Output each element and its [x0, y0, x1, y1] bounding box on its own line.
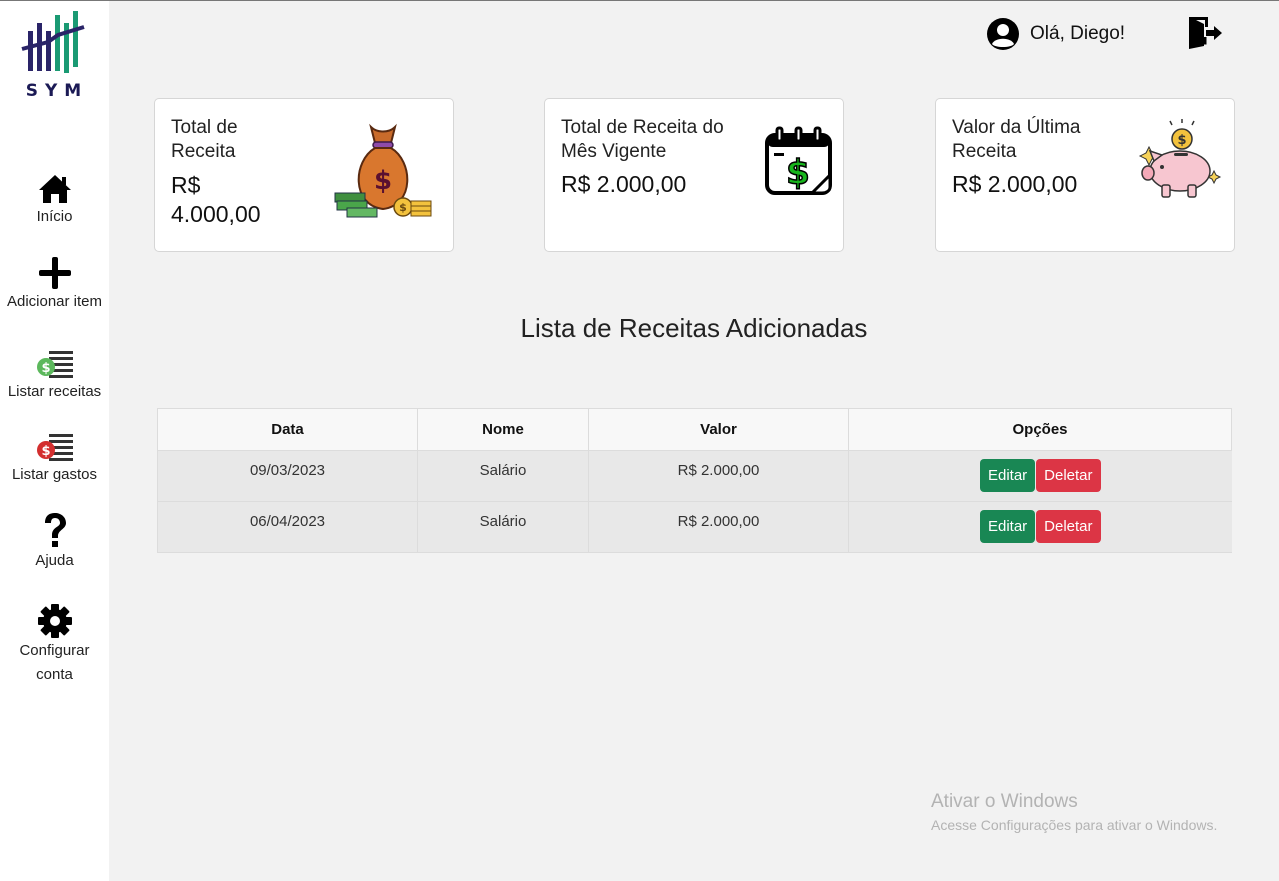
sidebar-item-listar-gastos[interactable]: $ Listar gastos [0, 431, 109, 487]
card-value: R$ 4.000,00 [171, 172, 261, 227]
card-total-receita: Total de Receita R$ 4.000,00 $ $ [154, 98, 454, 252]
plus-icon [38, 257, 71, 289]
cell-nome: Salário [417, 501, 589, 553]
sidebar-item-label: Configurar conta [19, 642, 90, 683]
income-table: Data Nome Valor Opções 09/03/2023 Salári… [157, 408, 1232, 553]
svg-text:$: $ [41, 444, 50, 459]
list-expense-icon: $ [36, 434, 73, 461]
cell-data: 09/03/2023 [157, 450, 418, 502]
edit-button[interactable]: Editar [979, 459, 1036, 492]
piggy-bank-icon: $ [1138, 119, 1222, 198]
svg-text:$: $ [41, 361, 50, 376]
table-row: 09/03/2023 Salário R$ 2.000,00 Editar Del… [157, 450, 1232, 502]
gear-icon [37, 604, 72, 638]
cell-data: 06/04/2023 [157, 501, 418, 553]
sidebar-item-adicionar[interactable]: Adicionar item [0, 256, 109, 314]
svg-text:$: $ [399, 201, 407, 214]
card-title: Valor da Última Receita [952, 117, 1081, 162]
logout-icon [1189, 17, 1222, 49]
watermark-title: Ativar o Windows [931, 791, 1078, 812]
logo-text: SYM [25, 81, 89, 101]
sidebar-item-label: Adicionar item [6, 293, 103, 310]
sidebar-item-inicio[interactable]: Início [0, 173, 109, 229]
windows-activation-watermark: Ativar o Windows Acesse Configurações pa… [931, 791, 1217, 833]
app-logo[interactable]: SYM [18, 9, 90, 104]
sidebar-item-configurar[interactable]: Configurar conta [0, 603, 109, 687]
money-bag-icon: $ $ [334, 123, 432, 218]
cell-nome: Salário [417, 450, 589, 502]
delete-button[interactable]: Deletar [1036, 459, 1101, 492]
cell-options: Editar Deletar [848, 501, 1232, 553]
logo-icon [21, 11, 85, 73]
column-header-nome: Nome [417, 408, 589, 451]
column-header-data: Data [157, 408, 418, 451]
cell-valor: R$ 2.000,00 [588, 501, 849, 553]
card-value: R$ 2.000,00 [952, 171, 1078, 197]
sidebar-item-label: Ajuda [35, 552, 74, 569]
card-ultima-receita: Valor da Última Receita R$ 2.000,00 $ [935, 98, 1235, 252]
sidebar: SYM Início Adicionar item $ Listar recei… [0, 1, 109, 881]
user-icon [987, 18, 1019, 50]
sidebar-item-listar-receitas[interactable]: $ Listar receitas [0, 348, 109, 404]
logout-button[interactable] [1186, 15, 1224, 51]
user-greeting: Olá, Diego! [1030, 23, 1126, 44]
column-header-opcoes: Opções [848, 408, 1232, 451]
edit-button[interactable]: Editar [979, 510, 1036, 543]
svg-text:$: $ [786, 153, 810, 193]
list-income-icon: $ [36, 351, 73, 378]
card-value: R$ 2.000,00 [561, 171, 687, 197]
table-row: 06/04/2023 Salário R$ 2.000,00 Editar Del… [157, 501, 1232, 553]
svg-text:$: $ [1177, 133, 1186, 148]
card-title: Total de Receita do Mês Vigente [561, 117, 724, 162]
section-title: Lista de Receitas Adicionadas [520, 313, 868, 343]
sidebar-item-ajuda[interactable]: Ajuda [0, 511, 109, 573]
sidebar-item-label: Listar receitas [7, 383, 102, 400]
calendar-dollar-icon: $ [765, 126, 832, 195]
home-icon [38, 175, 71, 203]
card-title: Total de Receita [171, 117, 238, 162]
sidebar-item-label: Início [36, 208, 73, 225]
svg-text:$: $ [374, 166, 392, 196]
delete-button[interactable]: Deletar [1036, 510, 1101, 543]
card-receita-mes: Total de Receita do Mês Vigente R$ 2.000… [544, 98, 844, 252]
column-header-valor: Valor [588, 408, 849, 451]
help-icon [44, 513, 66, 547]
watermark-subtitle: Acesse Configurações para ativar o Windo… [931, 817, 1218, 833]
table-header-row: Data Nome Valor Opções [157, 408, 1232, 451]
cell-valor: R$ 2.000,00 [588, 450, 849, 502]
sidebar-item-label: Listar gastos [11, 466, 98, 483]
user-menu[interactable]: Olá, Diego! [986, 17, 1125, 51]
cell-options: Editar Deletar [848, 450, 1232, 502]
